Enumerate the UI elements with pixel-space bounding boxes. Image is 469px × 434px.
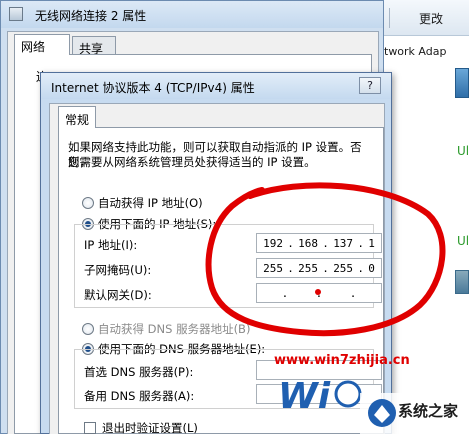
network-adapter-icon	[455, 270, 469, 294]
toolbar-separator	[389, 8, 390, 28]
ip-octet: 137	[333, 236, 354, 250]
ip-address-label: IP 地址(I):	[84, 238, 138, 252]
preferred-dns-label: 首选 DNS 服务器(P):	[84, 365, 194, 379]
network-icon	[9, 7, 23, 21]
dns-auto-label: 自动获得 DNS 服务器地址(B)	[98, 322, 251, 336]
adapter-status: Ul	[457, 144, 469, 158]
svg-text:Wi: Wi	[278, 376, 331, 414]
adapter-name[interactable]: twork Adap	[384, 45, 446, 58]
tab-sharing[interactable]: 共享	[72, 36, 116, 56]
tab-general[interactable]: 常规	[58, 106, 96, 128]
validate-option[interactable]: 退出时验证设置(L)	[84, 420, 198, 434]
site-name: 系统之家	[398, 402, 459, 420]
ip-octet: 1	[368, 236, 375, 250]
validate-label: 退出时验证设置(L)	[102, 421, 198, 434]
inner-title-bar: Internet 协议版本 4 (TCP/IPv4) 属性 ?	[41, 73, 391, 99]
subnet-octet: 255	[298, 261, 319, 275]
ip-auto-option[interactable]: 自动获得 IP 地址(O)	[82, 195, 203, 211]
outer-title-bar: 无线网络连接 2 属性	[1, 1, 383, 28]
subnet-octet: 255	[333, 261, 354, 275]
ip-address-field[interactable]: 192. 168. 137. 1	[256, 233, 382, 253]
ip-octet: 192	[263, 236, 283, 250]
subnet-mask-label: 子网掩码(U):	[84, 263, 152, 277]
background-window: 更改 twork Adap Ul Ul	[380, 0, 469, 434]
watermark-url: www.win7zhijia.cn	[274, 353, 410, 368]
gateway-label: 默认网关(D):	[84, 288, 152, 302]
gateway-field[interactable]: . . .	[256, 283, 382, 303]
change-settings-button[interactable]: 更改	[419, 10, 443, 27]
tab-network[interactable]: 网络	[14, 34, 70, 55]
radio-button[interactable]	[82, 323, 94, 335]
subnet-octet: 255	[263, 261, 283, 275]
subnet-octet: 0	[368, 261, 375, 275]
ip-auto-label: 自动获得 IP 地址(O)	[98, 196, 203, 210]
background-toolbar: 更改	[381, 0, 469, 36]
description-line-2: 您需要从网络系统管理员处获得适当的 IP 设置。	[68, 155, 316, 169]
adapter-status: Ul	[457, 234, 469, 248]
outer-dialog-title: 无线网络连接 2 属性	[35, 9, 147, 23]
inner-dialog-title: Internet 协议版本 4 (TCP/IPv4) 属性	[51, 81, 255, 95]
radio-button[interactable]	[82, 197, 94, 209]
dns-auto-option[interactable]: 自动获得 DNS 服务器地址(B)	[82, 321, 250, 337]
ip-octet: 168	[298, 236, 319, 250]
subnet-mask-field[interactable]: 255. 255. 255. 0	[256, 258, 382, 278]
checkbox[interactable]	[84, 422, 96, 434]
network-adapter-icon	[455, 68, 469, 98]
help-button[interactable]: ?	[359, 77, 381, 94]
alternate-dns-label: 备用 DNS 服务器(A):	[84, 389, 195, 403]
